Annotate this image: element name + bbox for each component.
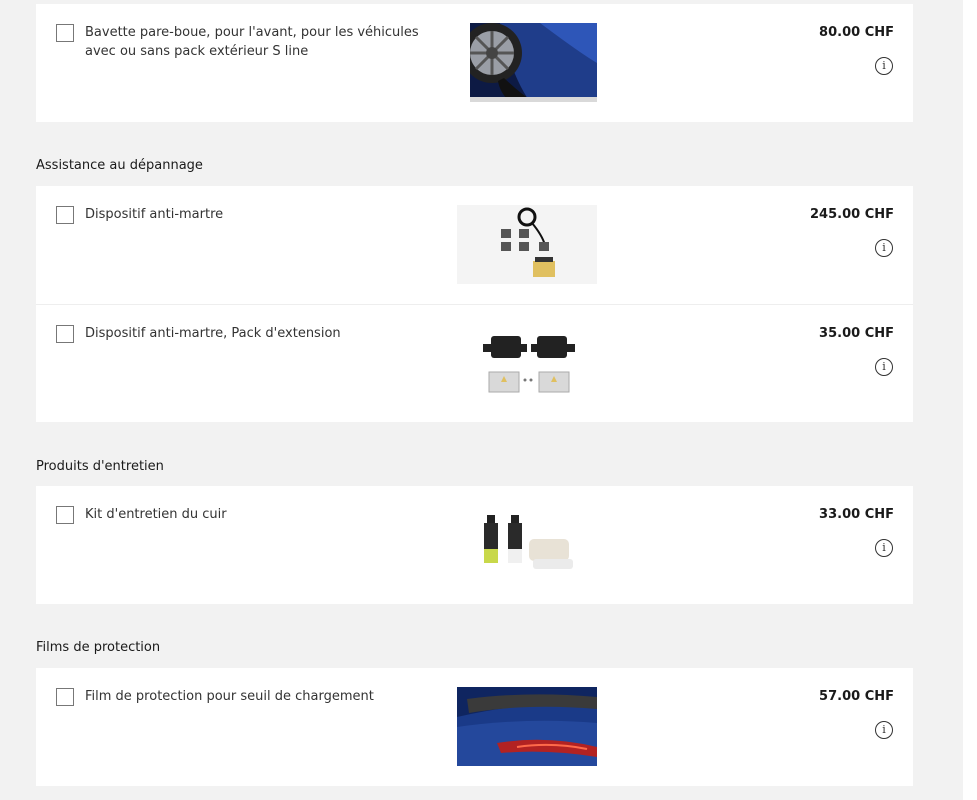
product-image [457,505,597,584]
item-price: 35.00 CHF [819,326,894,341]
info-icon[interactable]: i [875,57,893,75]
item-label: Bavette pare-boue, pour l'avant, pour le… [85,25,419,59]
wheel-mudflap-photo-icon [470,23,597,102]
item-checkbox[interactable] [56,506,74,524]
item-label: Dispositif anti-martre, Pack d'extension [85,326,341,341]
info-icon[interactable]: i [875,721,893,739]
item-price: 245.00 CHF [810,207,894,222]
page-scrollbar[interactable] [963,0,977,800]
item-price: 33.00 CHF [819,507,894,522]
list-item: Dispositif anti-martre, Pack d'extension… [36,304,913,422]
list-item: Dispositif anti-martre 245.00 CHF i [36,186,913,304]
card-care: Kit d'entretien du cuir 33.00 CHF i [36,486,913,604]
item-label: Dispositif anti-martre [85,207,224,222]
section-title: Films de protection [36,640,161,655]
info-icon[interactable]: i [875,239,893,257]
item-price: 80.00 CHF [819,25,894,40]
anti-marten-extension-photo-icon [457,324,597,403]
card-assistance: Dispositif anti-martre 245.00 CHF i Disp… [36,186,913,422]
item-label: Film de protection pour seuil de chargem… [85,689,374,704]
leather-care-kit-photo-icon [457,505,597,584]
card-films: Film de protection pour seuil de chargem… [36,668,913,786]
anti-marten-kit-photo-icon [457,205,597,284]
item-checkbox[interactable] [56,325,74,343]
product-image [457,205,597,284]
info-icon[interactable]: i [875,539,893,557]
product-image [457,687,597,766]
card-top: Bavette pare-boue, pour l'avant, pour le… [36,4,913,122]
product-image [457,324,597,403]
item-checkbox[interactable] [56,24,74,42]
item-label: Kit d'entretien du cuir [85,507,227,522]
list-item: Film de protection pour seuil de chargem… [36,668,913,786]
list-item: Kit d'entretien du cuir 33.00 CHF i [36,486,913,604]
item-price: 57.00 CHF [819,689,894,704]
info-icon[interactable]: i [875,358,893,376]
list-item: Bavette pare-boue, pour l'avant, pour le… [36,4,913,122]
product-image [470,23,597,102]
section-title: Assistance au dépannage [36,158,203,173]
item-checkbox[interactable] [56,206,74,224]
item-checkbox[interactable] [56,688,74,706]
section-title: Produits d'entretien [36,459,164,474]
loading-sill-film-photo-icon [457,687,597,766]
